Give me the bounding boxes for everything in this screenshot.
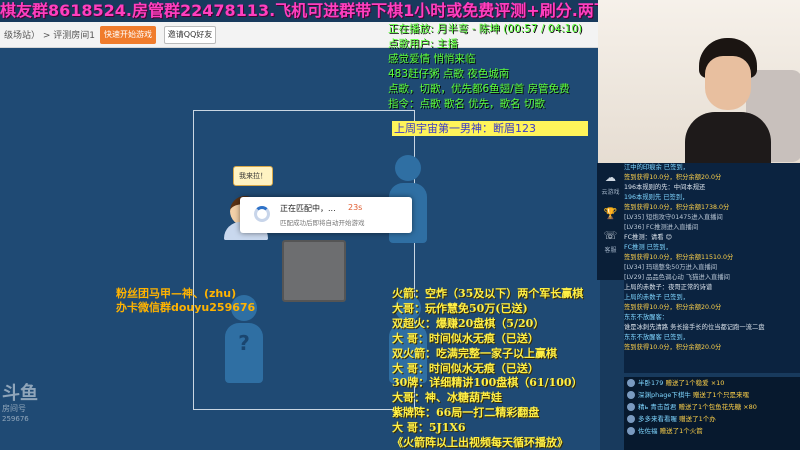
- chat-message: FC推测 已签到，: [624, 244, 672, 251]
- chat-message: [LV34] 玛瑙整免50万进入直播间: [624, 264, 718, 271]
- side-label-cloud-game: 云游戏: [601, 189, 620, 196]
- schedule-line: 火箭：空炸（35及以下）两个军长赢棋: [392, 287, 584, 300]
- schedule-line: 紫牌阵：66局一打二精彩翻盘: [392, 406, 540, 420]
- schedule-line: 大 哥：时间似水无痕（已送）: [392, 331, 539, 345]
- schedule-line: 大哥：玩作慧免50万(已送): [392, 301, 528, 315]
- schedule-line: 大哥：神、冰糖葫芦娃: [392, 391, 502, 405]
- fans-line: 粉丝团马甲—神、(zhu): [116, 287, 237, 300]
- song-line: 正在播放: 月半弯 - 陈坤 (00:57 / 04:10): [388, 23, 583, 35]
- chat-message: 上局的赤数子 已签到，: [624, 294, 689, 301]
- matching-title: 正在匹配中，...: [280, 204, 336, 213]
- schedule-line: 30牌：详细精讲100盘棋（61/100）: [392, 376, 583, 390]
- stream-frame: 级场站） > 评测房间1 快速开始游戏 邀请QQ好友 ? 我来拉！ 正在匹配中，…: [0, 0, 800, 450]
- card-board: [282, 240, 346, 302]
- chat-message: 上局的赤数子：夜哥正常的诗谱: [624, 284, 713, 291]
- breadcrumb: 级场站） > 评测房间1: [4, 31, 95, 41]
- quick-start-button[interactable]: 快速开始游戏: [100, 26, 156, 44]
- unknown-player-mark: ?: [238, 331, 250, 355]
- schedule-line: 双火箭：吃满完整一家子以上赢棋: [392, 346, 557, 360]
- gift-row: 半卧179 赠送了1个稳爱 ×10: [624, 377, 800, 389]
- gift-row: 精ь 青击首君 赠送了1个包鱼花先糖 ×80: [624, 401, 800, 413]
- headset-icon[interactable]: ☏: [599, 229, 622, 242]
- chat-message: 签到获得10.0分，积分余额20.0分: [624, 304, 722, 311]
- gift-user[interactable]: 精ь 青击首君: [638, 403, 676, 411]
- gift-user[interactable]: 半卧179: [638, 379, 663, 387]
- gift-row: 深渊phage下棋牛 赠送了1个只是来嘿: [624, 389, 800, 401]
- invite-qq-friends-button[interactable]: 邀请QQ好友: [164, 26, 216, 44]
- chat-message: 江中的印痕余 已签到，: [624, 164, 689, 171]
- douyu-watermark-logo: 斗鱼 房间号 259676: [2, 383, 38, 424]
- side-label-service: 客服: [604, 247, 617, 254]
- speech-bubble: 我来拉！: [233, 166, 273, 186]
- gift-user[interactable]: 深渊phage下棋牛: [638, 391, 691, 399]
- schedule-line: 大 哥：时间似水无痕（已送）: [392, 361, 539, 375]
- song-line: 点歌用户: 主播: [388, 38, 458, 50]
- schedule-line: 大 哥：5J1X6: [392, 421, 466, 435]
- song-line: 感觉爱情 悄悄来临: [388, 53, 476, 65]
- gift-action: 赠送了1个稳爱 ×10: [663, 379, 725, 387]
- gift-action: 赠送了1个只是来嘿: [690, 391, 750, 399]
- song-request-overlay: 正在播放: 月半弯 - 陈坤 (00:57 / 04:10) 点歌用户: 主播 …: [388, 22, 600, 112]
- chat-message: 196本规则的先：中间本规还: [624, 184, 706, 191]
- chat-message: 196本规则先 已签到，: [624, 194, 689, 201]
- chat-message: 签到获得10.0分，积分余额11510.0分: [624, 254, 734, 261]
- schedule-line: 双超火：爆赚20盘棋（5/20）: [392, 316, 545, 330]
- gift-action: 赠送了1个火箭: [657, 427, 703, 435]
- chat-message: [LV35] 短炮攻守01475进入直播间: [624, 214, 723, 221]
- fan-club-overlay: 粉丝团马甲—神、(zhu) 办卡微信群douyu259676: [116, 287, 276, 315]
- streamer-webcam: [598, 0, 800, 163]
- matching-subtitle: 匹配成功后即将自动开始游戏: [280, 219, 365, 227]
- chat-message: [LV36] FC推测进入直播间: [624, 224, 699, 231]
- side-app-bar: ☁ 云游戏 🏆 ☏ 客服: [597, 163, 624, 280]
- chat-message: 谁是冰刺先清路 务长接手长的位当都记跑一流二盘: [624, 324, 765, 331]
- gift-action: 赠送了1个办: [677, 415, 716, 423]
- matching-dialog: 正在匹配中，... 23s 匹配成功后即将自动开始游戏: [240, 197, 412, 233]
- matching-timer: 23s: [348, 203, 363, 212]
- gift-row: 多多来看看喔 赠送了1个办: [624, 413, 800, 425]
- cloud-game-icon[interactable]: ☁: [599, 171, 622, 184]
- gift-feed: 半卧179 赠送了1个稳爱 ×10 深渊phage下棋牛 赠送了1个只是来嘿 精ь …: [624, 377, 800, 450]
- gift-row: 佐佐福 赠送了1个火箭: [624, 425, 800, 437]
- fans-line: 办卡微信群douyu259676: [116, 301, 256, 314]
- chat-message: 签到获得10.0分，积分余额20.0分: [624, 344, 722, 351]
- gift-reward-schedule: 火箭：空炸（35及以下）两个军长赢棋 大哥：玩作慧免50万(已送) 双超火：爆赚…: [392, 287, 628, 450]
- gift-action: 赠送了1个包鱼花先糖 ×80: [676, 403, 757, 411]
- song-line: 点歌，切歌，优先都6鱼翅/首 房管免费: [388, 83, 570, 95]
- song-line: 483赶仔粥 点歌 夜色城南: [388, 68, 510, 80]
- gift-user[interactable]: 佐佐福: [638, 427, 658, 435]
- chat-message: [LV29] 品品色调心动 飞猫进入直播间: [624, 274, 730, 281]
- chat-panel: 江中的印痕余 已签到， 签到获得10.0分，积分余额20.0分 196本规则的先：中…: [624, 163, 800, 373]
- trophy-icon[interactable]: 🏆: [599, 207, 622, 220]
- loading-spinner-icon: [254, 206, 270, 222]
- chat-message: 东东不放醒客 已签到，: [624, 334, 689, 341]
- song-line: 指令：点歌 歌名 优先，歌名 切歌: [388, 98, 546, 110]
- chat-message: FC推测：请看 😊: [624, 234, 673, 241]
- chat-message: 东东不放醒客：: [624, 314, 669, 321]
- gift-user[interactable]: 多多来看看喔: [638, 415, 677, 423]
- weekly-top-badge: 上周宇宙第一男神：断眉123: [392, 121, 588, 136]
- chat-message: 签到获得10.0分，积分余额1738.0分: [624, 204, 730, 211]
- schedule-line: 《火箭阵以上出视频每天循环播放》: [392, 436, 568, 450]
- chat-message: 签到获得10.0分，积分余额20.0分: [624, 174, 722, 181]
